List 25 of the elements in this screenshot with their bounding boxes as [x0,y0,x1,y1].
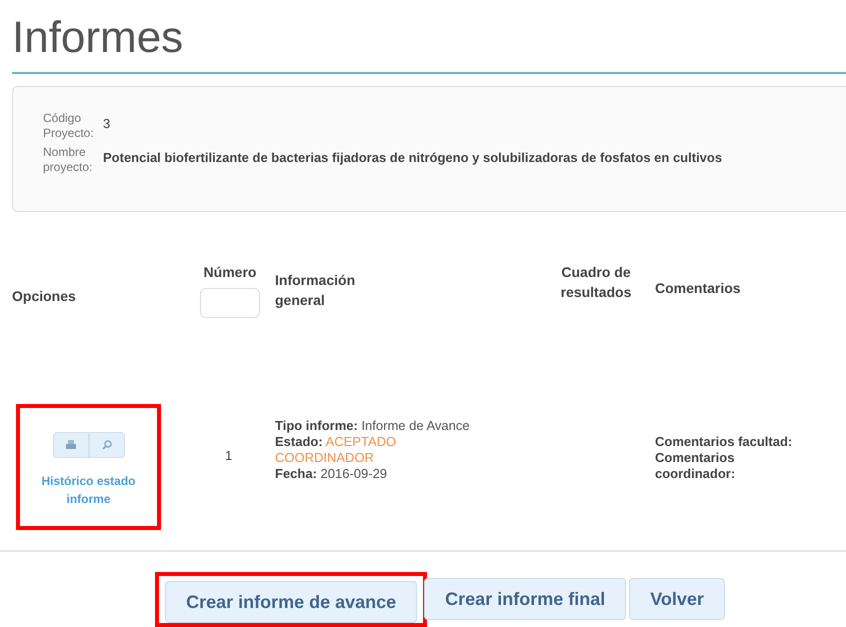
report-status: Estado: ACEPTADO COORDINADOR [275,434,398,466]
field-label: Nombre proyecto: [43,145,94,175]
column-header: Cuadro de resultados [560,263,632,302]
comment-label: Comentarios facultad: [655,434,794,450]
number-filter-field[interactable] [200,288,260,318]
report-type: Tipo informe: Informe de Avance [275,418,471,434]
page-title: Informes [12,12,184,64]
print-icon [66,440,76,450]
field-label: Código Proyecto: [43,111,95,141]
report-number: 1 [225,448,232,463]
action-button[interactable]: Crear informe final [424,578,626,620]
column-header: Opciones [12,287,76,306]
field-value: 3 [103,115,110,133]
column-header: Información general [275,271,356,310]
column-header: Comentarios [655,279,741,298]
column-header: Número [204,263,256,282]
search-button[interactable] [88,432,124,458]
action-button[interactable]: Volver [629,578,725,620]
action-button[interactable]: Crear informe de avance [165,581,418,623]
comment-label: Comentarios coordinador: [655,450,736,482]
print-button[interactable] [52,432,88,458]
report-date: Fecha: 2016-09-29 [275,466,388,482]
field-value: Potencial biofertilizante de bacterias fijadoras de nitrógeno y solubilizadoras de fosfatos en cultivos [103,149,722,167]
history-link[interactable]: Histórico estado informe [28,472,148,508]
search-icon [102,440,112,450]
